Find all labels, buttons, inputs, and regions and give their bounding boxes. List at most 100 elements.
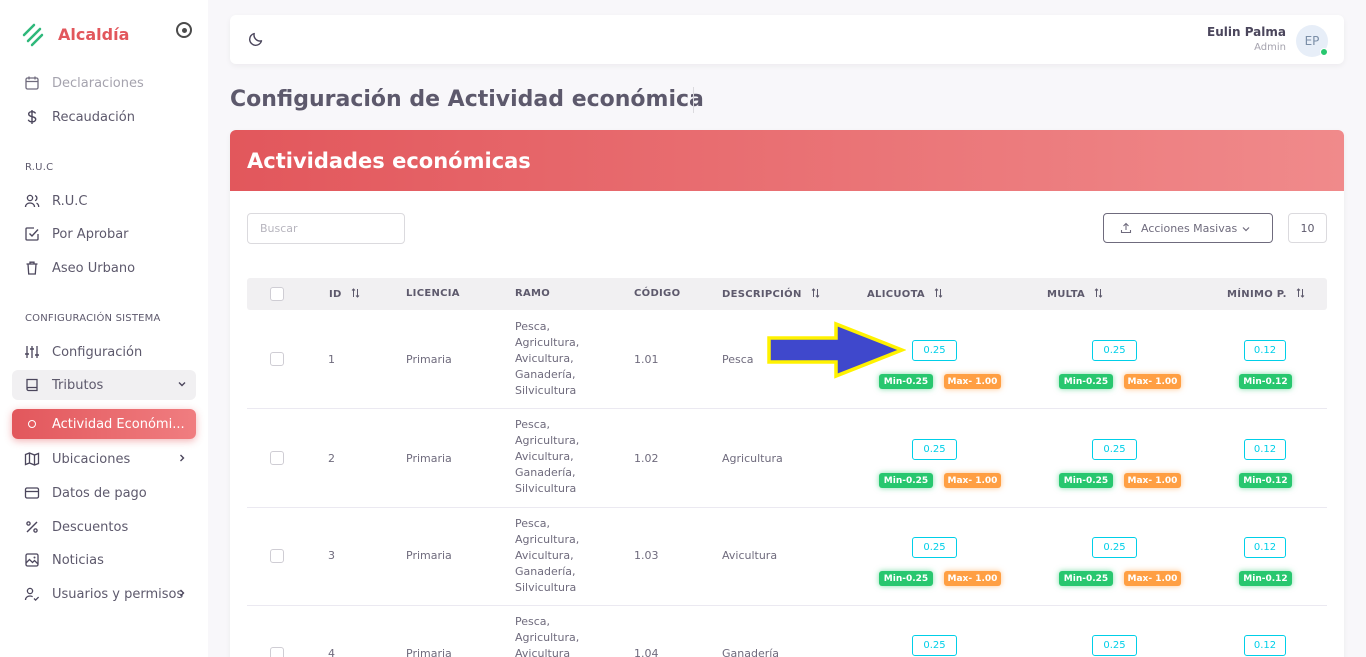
online-status-dot [1320,48,1328,56]
row-checkbox[interactable] [270,549,284,563]
alicuota-value[interactable]: 0.25 [912,340,957,361]
chevron-down-icon [1242,227,1250,232]
cell-licencia: Primaria [406,549,452,562]
sidebar-item-tributos[interactable]: Tributos [12,370,196,400]
minimo-value[interactable]: 0.12 [1244,635,1286,656]
row-checkbox[interactable] [270,647,284,657]
minimo-value[interactable]: 0.12 [1244,537,1286,558]
minimo-value[interactable]: 0.12 [1244,340,1286,361]
credit-card-icon [24,485,40,501]
brand-name: Alcaldía [58,24,130,44]
multa-value[interactable]: 0.25 [1092,340,1137,361]
alicuota-min-badge: Min-0.25 [879,473,933,488]
sliders-icon [24,344,40,360]
percent-icon [24,519,40,535]
chevron-right-icon [180,589,185,597]
sidebar-section-config: CONFIGURACIÓN SISTEMA [25,313,161,324]
page-size-select[interactable]: 10 [1288,213,1327,243]
multa-value[interactable]: 0.25 [1092,439,1137,460]
cell-licencia: Primaria [406,647,452,657]
alicuota-value[interactable]: 0.25 [912,635,957,656]
checkbox-icon [24,226,40,242]
multa-max-badge: Max- 1.00 [1124,571,1181,586]
sidebar-item-actividad-economica[interactable]: Actividad Económi... [12,409,196,439]
alicuota-value[interactable]: 0.25 [912,439,957,460]
minimo-min-badge: Min-0.12 [1239,473,1292,488]
table-row: 3 Primaria Pesca, Agricultura, Avicultura,… [247,508,1327,606]
multa-value[interactable]: 0.25 [1092,537,1137,558]
search-input[interactable] [247,213,405,244]
cell-licencia: Primaria [406,452,452,465]
bulk-actions-label: Acciones Masivas [1141,221,1238,235]
user-name: Eulin Palma [1207,25,1286,39]
sidebar-item-declaraciones[interactable]: Declaraciones [12,68,196,98]
title-divider [693,87,694,113]
moon-icon[interactable] [248,31,264,47]
sidebar-item-ubicaciones[interactable]: Ubicaciones [12,444,196,474]
multa-max-badge: Max- 1.00 [1124,473,1181,488]
sort-icon [1296,288,1305,298]
dollar-icon [24,109,40,125]
sidebar-item-label: Ubicaciones [52,451,131,467]
sidebar-section-ruc: R.U.C [25,162,54,173]
sidebar-item-label: Por Aprobar [52,226,129,242]
sort-icon [934,288,943,298]
sidebar-item-ruc[interactable]: R.U.C [12,186,196,216]
sidebar-item-descuentos[interactable]: Descuentos [12,512,196,542]
card-title: Actividades económicas [247,148,531,173]
table-header: ID LICENCIA RAMO CÓDIGO DESCRIPCIÓN ALIC… [247,278,1327,310]
photo-icon [24,552,40,568]
multa-min-badge: Min-0.25 [1059,374,1113,389]
sidebar: Alcaldía Declaraciones Recaudación R.U.C… [0,0,208,657]
sidebar-item-recaudacion[interactable]: Recaudación [12,102,196,132]
cell-licencia: Primaria [406,353,452,366]
cell-id: 2 [328,452,335,465]
sidebar-item-label: Descuentos [52,519,129,535]
multa-max-badge: Max- 1.00 [1124,374,1181,389]
users-icon [24,193,40,209]
card-header: Actividades económicas [230,130,1344,191]
sidebar-item-label: Aseo Urbano [52,260,136,276]
column-header-multa[interactable]: MULTA [1047,288,1103,300]
sort-icon [1094,288,1103,298]
column-header-codigo[interactable]: CÓDIGO [634,288,680,299]
column-header-licencia[interactable]: LICENCIA [406,288,460,299]
row-checkbox[interactable] [270,451,284,465]
sidebar-item-usuarios-y-permisos[interactable]: Usuarios y permisos [12,579,196,609]
bulk-actions-button[interactable]: Acciones Masivas [1103,213,1273,243]
sidebar-item-configuracion[interactable]: Configuración [12,337,196,367]
alicuota-max-badge: Max- 1.00 [944,473,1001,488]
sidebar-item-datos-de-pago[interactable]: Datos de pago [12,478,196,508]
cell-ramo: Pesca, Agricultura, Avicultura [515,615,580,657]
sidebar-item-noticias[interactable]: Noticias [12,545,196,575]
row-checkbox[interactable] [270,352,284,366]
alicuota-value[interactable]: 0.25 [912,537,957,558]
sort-icon [811,288,820,298]
sidebar-collapse-toggle-icon[interactable] [176,22,192,38]
table-row: 4 Primaria Pesca, Agricultura, Avicultura … [247,606,1327,657]
book-icon [24,377,40,393]
user-check-icon [24,586,40,602]
table-row: 2 Primaria Pesca, Agricultura, Avicultura,… [247,409,1327,508]
sidebar-item-label: Noticias [52,552,104,568]
cell-descripcion: Avicultura [722,549,778,562]
cell-codigo: 1.03 [634,549,659,562]
cell-codigo: 1.01 [634,353,659,366]
upload-icon [1120,222,1132,234]
circle-icon [28,420,36,428]
brand-logo-icon [22,23,44,47]
multa-value[interactable]: 0.25 [1092,635,1137,656]
sidebar-item-label: Declaraciones [52,75,144,91]
sidebar-item-por-aprobar[interactable]: Por Aprobar [12,219,196,249]
column-header-descripcion[interactable]: DESCRIPCIÓN [722,288,820,300]
column-header-id[interactable]: ID [329,288,360,300]
column-header-minimo[interactable]: MÍNIMO P. [1227,288,1305,300]
brand[interactable]: Alcaldía [20,20,129,48]
sidebar-item-aseo-urbano[interactable]: Aseo Urbano [12,253,196,283]
column-header-ramo[interactable]: RAMO [515,288,550,299]
select-all-checkbox[interactable] [270,287,284,301]
sidebar-item-label: Actividad Económi... [52,416,185,432]
column-header-alicuota[interactable]: ALICUOTA [867,288,943,300]
minimo-value[interactable]: 0.12 [1244,439,1286,460]
sidebar-item-label: Datos de pago [52,485,147,501]
